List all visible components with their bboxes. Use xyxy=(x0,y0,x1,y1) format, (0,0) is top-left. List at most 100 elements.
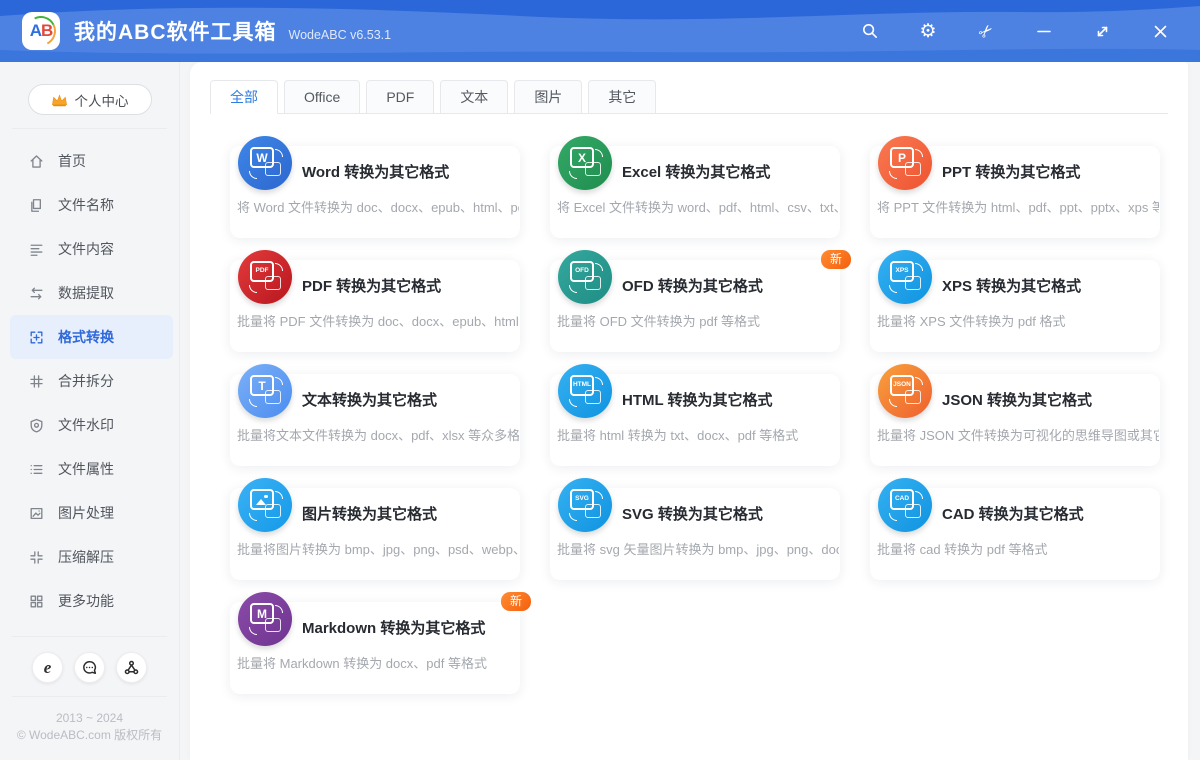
convert-arrow-icon xyxy=(595,149,603,157)
sidebar-item-more-features[interactable]: 更多功能 xyxy=(10,579,173,623)
settings-button[interactable]: ⚙ xyxy=(918,20,938,42)
tab-other[interactable]: 其它 xyxy=(588,80,657,114)
personal-center-button[interactable]: 个人中心 xyxy=(27,84,152,115)
sidebar-item-label: 压缩解压 xyxy=(58,549,114,565)
picture-glyph-icon xyxy=(255,494,269,505)
card-excel[interactable]: X Excel 转换为其它格式 将 Excel 文件转换为 word、pdf、h… xyxy=(550,136,840,238)
card-cad[interactable]: CAD CAD 转换为其它格式 批量将 cad 转换为 pdf 等格式 xyxy=(870,478,1160,580)
sidebar-item-file-name[interactable]: 文件名称 xyxy=(10,183,173,227)
sidebar-item-label: 更多功能 xyxy=(58,593,114,609)
close-button[interactable] xyxy=(1150,20,1170,42)
card-description: 批量将 PDF 文件转换为 doc、docx、epub、html、 xyxy=(237,314,519,329)
crown-icon xyxy=(51,93,67,106)
tab-all[interactable]: 全部 xyxy=(210,80,278,114)
share-button[interactable] xyxy=(116,652,147,683)
tab-image[interactable]: 图片 xyxy=(514,80,583,114)
card-word[interactable]: W Word 转换为其它格式 将 Word 文件转换为 doc、docx、epu… xyxy=(230,136,520,238)
tab-label: 文本 xyxy=(460,89,489,105)
merge-split-icon xyxy=(28,373,45,390)
convert-arrow-icon xyxy=(915,149,923,157)
tab-label: Office xyxy=(304,89,341,105)
search-icon xyxy=(862,23,877,38)
card-description: 批量将 XPS 文件转换为 pdf 格式 xyxy=(877,314,1066,329)
format-chip-icon: HTML xyxy=(570,375,594,396)
card-title: XPS 转换为其它格式 xyxy=(942,278,1082,295)
tab-pdf[interactable]: PDF xyxy=(366,80,435,114)
convert-arrow-icon xyxy=(569,171,577,179)
card-markdown[interactable]: M Markdown 转换为其它格式 批量将 Markdown 转换为 docx… xyxy=(230,592,531,694)
file-content-icon xyxy=(28,241,45,258)
card-title: CAD 转换为其它格式 xyxy=(942,506,1084,523)
convert-arrow-icon xyxy=(569,513,577,521)
card-svg[interactable]: SVG SVG 转换为其它格式 批量将 svg 矢量图片转换为 bmp、jpg、… xyxy=(550,478,840,580)
sidebar-divider xyxy=(12,128,167,129)
search-button[interactable] xyxy=(860,20,880,42)
card-image[interactable]: 图片转换为其它格式 批量将图片转换为 bmp、jpg、png、psd、webp、 xyxy=(230,478,520,580)
card-json[interactable]: JSON JSON 转换为其它格式 批量将 JSON 文件转换为可视化的思维导图… xyxy=(870,364,1160,466)
card-html[interactable]: HTML HTML 转换为其它格式 批量将 html 转换为 txt、docx、… xyxy=(550,364,840,466)
feedback-button[interactable] xyxy=(74,652,105,683)
category-tabs: 全部 Office PDF 文本 图片 其它 xyxy=(210,80,1168,114)
app-logo: AB xyxy=(22,12,60,50)
convert-arrow-icon xyxy=(275,491,283,499)
format-chip-icon xyxy=(250,489,274,510)
convert-arrow-icon xyxy=(249,285,257,293)
format-chip-icon: SVG xyxy=(570,489,594,510)
convert-arrow-icon xyxy=(889,285,897,293)
convert-arrow-icon xyxy=(249,399,257,407)
convert-arrow-icon xyxy=(915,377,923,385)
maximize-icon xyxy=(1097,26,1107,36)
minimize-button[interactable] xyxy=(1034,20,1054,42)
format-chip-icon: P xyxy=(890,147,914,168)
logo-ring-icon xyxy=(22,12,60,50)
tool-card-grid: W Word 转换为其它格式 将 Word 文件转换为 doc、docx、epu… xyxy=(230,136,1188,694)
card-description: 批量将 Markdown 转换为 docx、pdf 等格式 xyxy=(237,656,487,671)
sidebar-item-label: 格式转换 xyxy=(58,329,114,345)
card-ppt[interactable]: P PPT 转换为其它格式 将 PPT 文件转换为 html、pdf、ppt、p… xyxy=(870,136,1160,238)
sidebar-item-merge-split[interactable]: 合并拆分 xyxy=(10,359,173,403)
card-title: SVG 转换为其它格式 xyxy=(622,506,763,523)
sidebar-item-label: 合并拆分 xyxy=(58,373,114,389)
maximize-button[interactable] xyxy=(1092,20,1112,42)
convert-arrow-icon xyxy=(275,263,283,271)
sidebar-item-label: 文件属性 xyxy=(58,461,114,477)
tab-text[interactable]: 文本 xyxy=(440,80,509,114)
chat-bubble-icon xyxy=(81,659,98,676)
convert-arrow-icon xyxy=(249,171,257,179)
image-process-icon xyxy=(28,505,45,522)
sidebar-item-data-extract[interactable]: 数据提取 xyxy=(10,271,173,315)
convert-arrow-icon xyxy=(569,399,577,407)
sidebar: 个人中心 首页 文件名称 文件内容 数据提取 格式转换 合并拆分 文件水印 文件… xyxy=(0,62,190,760)
card-text[interactable]: T 文本转换为其它格式 批量将文本文件转换为 docx、pdf、xlsx 等众多… xyxy=(230,364,520,466)
card-description: 将 Word 文件转换为 doc、docx、epub、html、pd xyxy=(237,200,519,215)
card-title: PPT 转换为其它格式 xyxy=(942,164,1081,181)
ie-browser-icon: e xyxy=(43,657,52,677)
convert-arrow-icon xyxy=(889,171,897,179)
sidebar-item-file-content[interactable]: 文件内容 xyxy=(10,227,173,271)
sidebar-item-image-process[interactable]: 图片处理 xyxy=(10,491,173,535)
sidebar-item-compress[interactable]: 压缩解压 xyxy=(10,535,173,579)
card-title: OFD 转换为其它格式 xyxy=(622,278,763,295)
browser-button[interactable]: e xyxy=(32,652,63,683)
format-chip-icon: PDF xyxy=(250,261,274,282)
card-description: 批量将图片转换为 bmp、jpg、png、psd、webp、 xyxy=(237,542,519,557)
card-xps[interactable]: XPS XPS 转换为其它格式 批量将 XPS 文件转换为 pdf 格式 xyxy=(870,250,1160,352)
sidebar-item-file-props[interactable]: 文件属性 xyxy=(10,447,173,491)
sidebar-item-format-convert[interactable]: 格式转换 xyxy=(10,315,173,359)
card-pdf[interactable]: PDF PDF 转换为其它格式 批量将 PDF 文件转换为 doc、docx、e… xyxy=(230,250,520,352)
card-ofd[interactable]: OFD OFD 转换为其它格式 批量将 OFD 文件转换为 pdf 等格式 新 xyxy=(550,250,851,352)
convert-arrow-icon xyxy=(249,627,257,635)
sidebar-item-watermark[interactable]: 文件水印 xyxy=(10,403,173,447)
sidebar-item-label: 文件水印 xyxy=(58,417,114,433)
sidebar-item-label: 图片处理 xyxy=(58,505,114,521)
format-chip-icon: CAD xyxy=(890,489,914,510)
sidebar-item-label: 数据提取 xyxy=(58,285,114,301)
format-convert-icon xyxy=(28,329,45,346)
convert-arrow-icon xyxy=(889,399,897,407)
card-description: 将 PPT 文件转换为 html、pdf、ppt、pptx、xps 等格式 xyxy=(877,200,1159,215)
sidebar-item-home[interactable]: 首页 xyxy=(10,139,173,183)
card-title: JSON 转换为其它格式 xyxy=(942,392,1093,409)
convert-arrow-icon xyxy=(595,377,603,385)
tab-office[interactable]: Office xyxy=(284,80,361,114)
boss-key-button[interactable]: ✂ xyxy=(974,19,998,43)
